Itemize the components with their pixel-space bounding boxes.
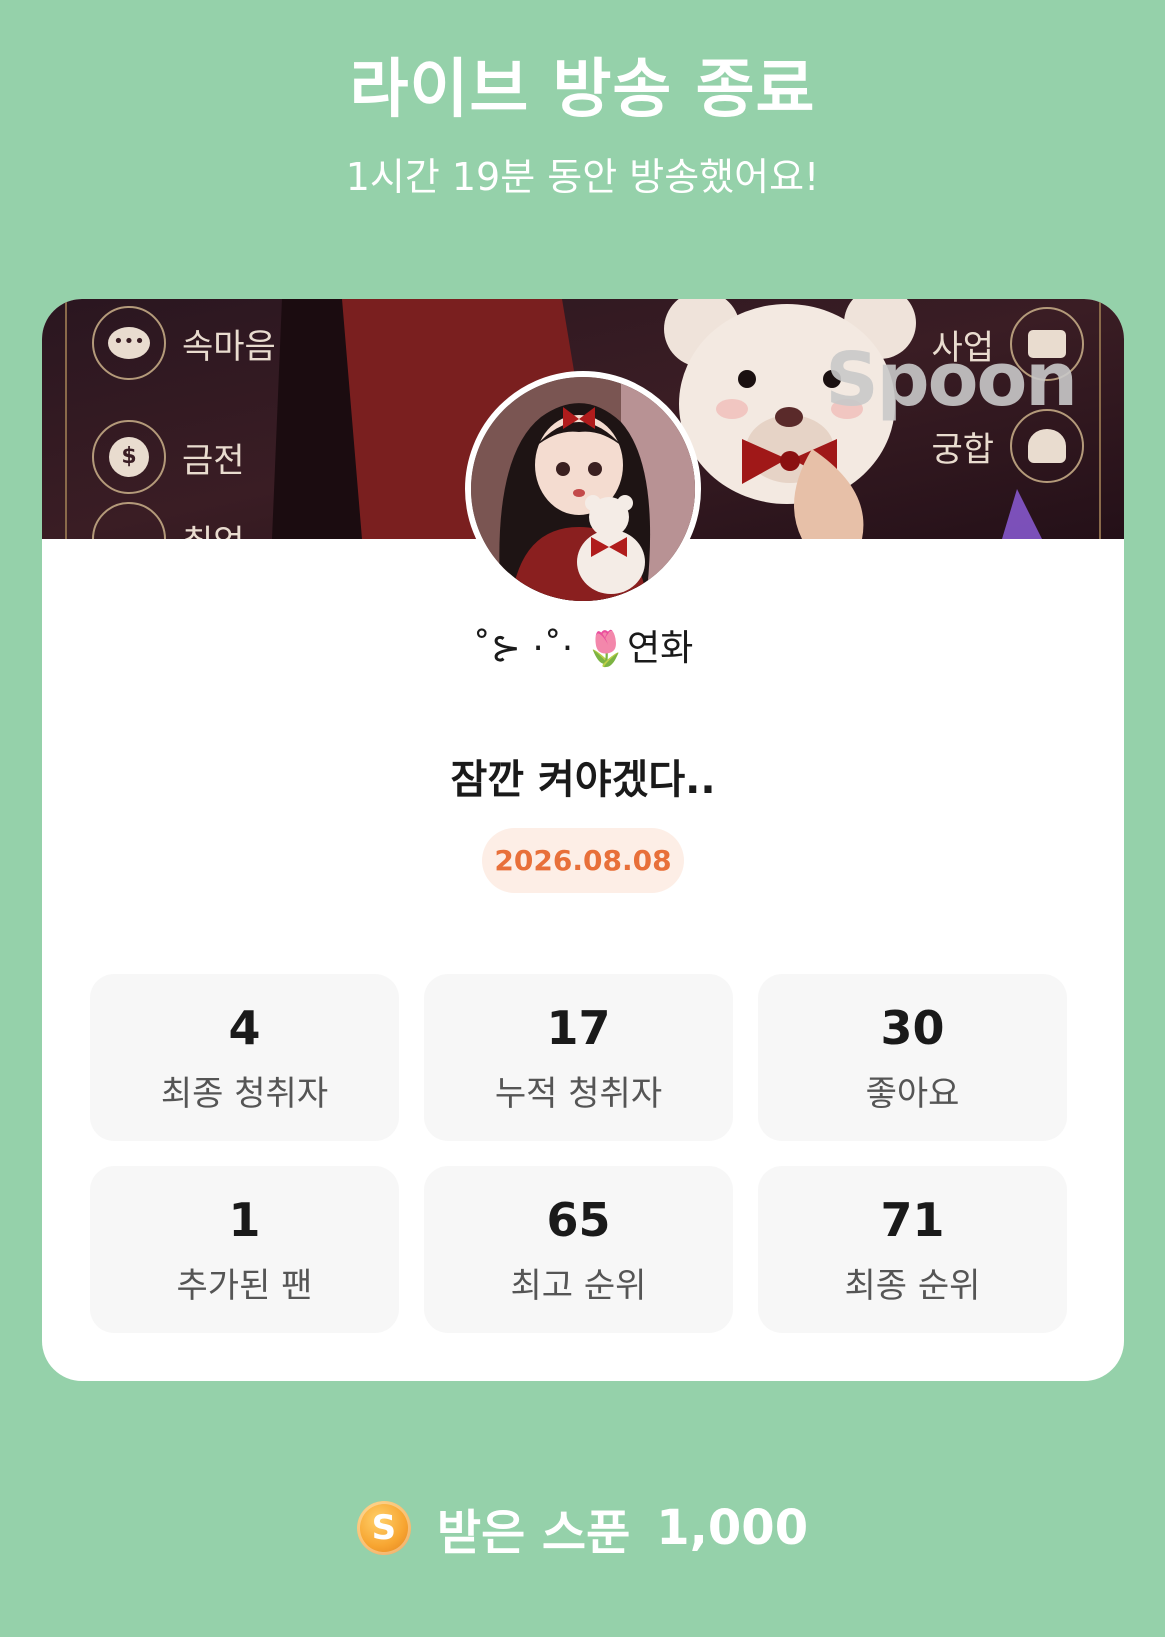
- banner-menu-item-money: $ 금전: [92, 405, 276, 509]
- stat-new-fans: 1 추가된 팬: [90, 1166, 399, 1333]
- spoon-watermark: Spoon: [825, 337, 1078, 423]
- stats-grid: 4 최종 청취자 17 누적 청취자 30 좋아요 1 추가된 팬 65 최고 …: [90, 974, 1076, 1333]
- received-spoons-label: 받은 스푼: [436, 1505, 631, 1561]
- stat-label: 좋아요: [865, 1074, 960, 1114]
- money-bag-icon: $: [92, 420, 166, 494]
- spoon-coin-icon: S: [356, 1501, 411, 1555]
- received-spoons-value: 1,000: [656, 1500, 809, 1556]
- stat-label: 누적 청취자: [494, 1074, 663, 1114]
- stat-final-listeners: 4 최종 청취자: [90, 974, 399, 1141]
- banner-menu-item-job: 취업: [92, 502, 276, 540]
- banner-label-5: 궁합: [931, 429, 994, 470]
- stat-label: 최종 순위: [844, 1266, 981, 1306]
- received-spoons: S 받은 스푼 1,000: [0, 1493, 1165, 1563]
- stat-value: 1: [228, 1193, 261, 1247]
- stat-final-rank: 71 최종 순위: [758, 1166, 1067, 1333]
- dj-nickname: ˚⊱ ·˚· 🌷연화: [42, 619, 1124, 671]
- banner-label-1: 속마음: [182, 326, 276, 367]
- live-title: 잠깐 켜야겠다..: [450, 757, 716, 803]
- stat-label: 최종 청취자: [160, 1074, 329, 1114]
- speech-bubble-inner: •••: [108, 327, 150, 359]
- page-title: 라이브 방송 종료: [349, 53, 816, 127]
- stat-value: 65: [546, 1193, 611, 1247]
- stat-likes: 30 좋아요: [758, 974, 1067, 1141]
- stat-value: 71: [880, 1193, 945, 1247]
- banner-menu-left: ••• 속마음 $ 금전 취업: [92, 303, 276, 539]
- stat-total-listeners: 17 누적 청취자: [424, 974, 733, 1141]
- speech-bubble-icon: •••: [92, 306, 166, 380]
- live-summary-card: ••• 속마음 $ 금전 취업 사업: [42, 299, 1124, 1381]
- nickname-prefix: ˚⊱ ·˚·: [472, 628, 574, 669]
- broadcast-duration: 1시간 19분 동안 방송했어요!: [345, 155, 820, 199]
- people-inner: [1028, 429, 1066, 463]
- stat-label: 최고 순위: [510, 1266, 647, 1306]
- date-badge: 2026.08.08: [482, 828, 684, 893]
- banner-label-3: 취업: [182, 515, 245, 540]
- tulip-icon: 🌷: [584, 629, 628, 669]
- banner-menu-item-inner: ••• 속마음: [92, 303, 276, 383]
- stat-value: 17: [546, 1001, 611, 1055]
- stat-highest-rank: 65 최고 순위: [424, 1166, 733, 1333]
- stat-value: 4: [228, 1001, 261, 1055]
- avatar[interactable]: [465, 371, 701, 607]
- money-bag-inner: $: [109, 437, 149, 477]
- stat-value: 30: [880, 1001, 945, 1055]
- nickname-name: 연화: [627, 628, 694, 669]
- banner-label-2: 금전: [182, 440, 245, 481]
- stat-label: 추가된 팬: [176, 1266, 313, 1306]
